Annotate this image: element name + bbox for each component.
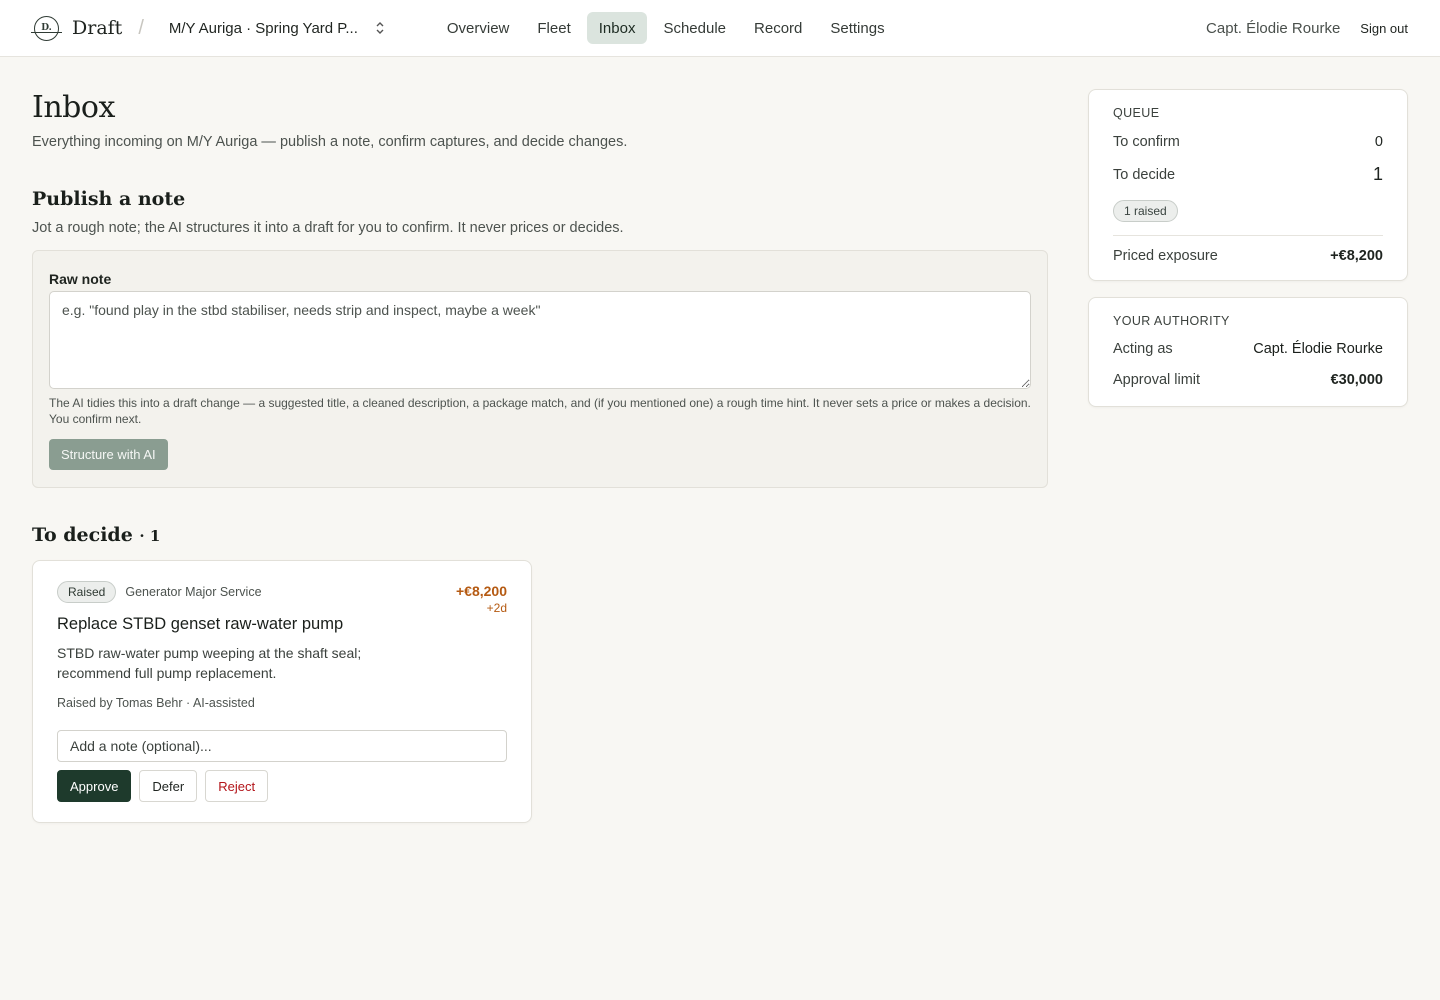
decision-card: Raised Generator Major Service +€8,200 +… — [32, 560, 532, 823]
reject-button[interactable]: Reject — [205, 770, 269, 802]
queue-divider — [1113, 235, 1383, 236]
breadcrumb-separator: / — [138, 16, 144, 39]
defer-button[interactable]: Defer — [139, 770, 198, 802]
user-area: Capt. Élodie Rourke Sign out — [1206, 20, 1408, 37]
change-description: STBD raw-water pump weeping at the shaft… — [57, 645, 362, 681]
structure-with-ai-button[interactable]: Structure with AI — [49, 439, 168, 470]
acting-as-value: Capt. Élodie Rourke — [1253, 341, 1383, 357]
decision-note-input[interactable] — [57, 730, 507, 762]
chevron-up-down-icon — [375, 21, 385, 35]
user-name: Capt. Élodie Rourke — [1206, 19, 1341, 37]
change-meta: Raised by Tomas Behr · AI-assisted — [57, 696, 255, 710]
top-bar: D. Draft / M/Y Auriga · Spring Yard P...… — [0, 0, 1440, 57]
queue-panel: QUEUE To confirm 0 To decide 1 1 raised … — [1088, 89, 1408, 281]
brand-name: Draft — [72, 17, 123, 39]
nav-record[interactable]: Record — [742, 12, 814, 44]
queue-heading: QUEUE — [1113, 106, 1160, 120]
approval-limit-value: €30,000 — [1330, 372, 1383, 388]
to-confirm-value: 0 — [1374, 134, 1383, 150]
time-delta: +2d — [486, 601, 507, 615]
raw-note-textarea[interactable] — [49, 291, 1031, 389]
to-confirm-label: To confirm — [1113, 134, 1180, 150]
nav-inbox[interactable]: Inbox — [586, 12, 648, 44]
acting-as-row: Acting as Capt. Élodie Rourke — [1113, 341, 1383, 357]
exposure-label: Priced exposure — [1113, 248, 1218, 264]
publish-section-title: Publish a note — [32, 188, 186, 210]
main-content: Inbox Everything incoming on M/Y Auriga … — [32, 57, 1048, 823]
sign-out-link[interactable]: Sign out — [1360, 21, 1408, 36]
to-decide-label: To decide — [32, 524, 133, 546]
to-decide-queue-label: To decide — [1113, 166, 1176, 183]
status-badge: Raised — [57, 581, 117, 603]
raw-note-helper-text: The AI tidies this into a draft change —… — [49, 396, 1031, 426]
project-name: M/Y Auriga · Spring Yard P... — [168, 19, 358, 37]
change-title: Replace STBD genset raw-water pump — [57, 615, 344, 633]
authority-panel: YOUR AUTHORITY Acting as Capt. Élodie Ro… — [1088, 297, 1408, 407]
raised-count-pill: 1 raised — [1113, 200, 1178, 222]
decision-card-header: Raised Generator Major Service — [57, 581, 507, 603]
approval-limit-row: Approval limit €30,000 — [1113, 372, 1383, 388]
decision-actions: Approve Defer Reject — [57, 770, 507, 802]
price-delta: +€8,200 — [456, 583, 507, 599]
to-decide-value: 1 — [1372, 164, 1383, 184]
nav-overview[interactable]: Overview — [435, 12, 522, 44]
nav-schedule[interactable]: Schedule — [651, 12, 738, 44]
page-subtitle: Everything incoming on M/Y Auriga — publ… — [32, 134, 628, 150]
raised-pill-wrap: 1 raised — [1113, 200, 1383, 222]
to-decide-count: · 1 — [139, 527, 161, 545]
sidebar: QUEUE To confirm 0 To decide 1 1 raised … — [1088, 89, 1408, 423]
publish-section-subtitle: Jot a rough note; the AI structures it i… — [32, 220, 624, 236]
nav-settings[interactable]: Settings — [818, 12, 896, 44]
brand-logo-icon: D. — [31, 15, 62, 41]
brand[interactable]: D. Draft — [31, 15, 123, 41]
exposure-value: +€8,200 — [1330, 248, 1383, 264]
to-decide-title: To decide · 1 — [32, 524, 1048, 546]
price-block: +€8,200 +2d — [456, 583, 507, 615]
exposure-row: Priced exposure +€8,200 — [1113, 248, 1383, 264]
package-name: Generator Major Service — [125, 585, 262, 599]
main-nav: Overview Fleet Inbox Schedule Record Set… — [435, 12, 901, 44]
approve-button[interactable]: Approve — [57, 770, 132, 802]
page-title: Inbox — [32, 90, 115, 125]
acting-as-label: Acting as — [1113, 341, 1173, 357]
raw-note-label: Raw note — [49, 271, 112, 287]
project-switcher[interactable]: M/Y Auriga · Spring Yard P... — [169, 20, 409, 37]
nav-fleet[interactable]: Fleet — [525, 12, 582, 44]
publish-note-card: Raw note The AI tidies this into a draft… — [32, 250, 1048, 488]
to-decide-row: To decide 1 — [1113, 164, 1383, 185]
to-confirm-row: To confirm 0 — [1113, 134, 1383, 150]
authority-heading: YOUR AUTHORITY — [1113, 314, 1230, 328]
approval-limit-label: Approval limit — [1113, 372, 1201, 388]
